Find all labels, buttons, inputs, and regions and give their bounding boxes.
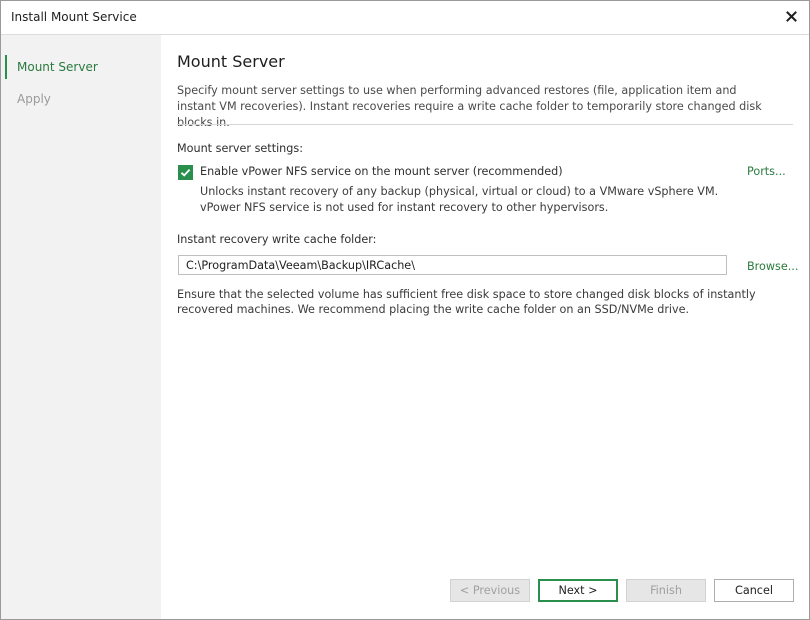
nfs-hint-line-2: vPower NFS service is not used for insta… bbox=[200, 201, 609, 214]
sidebar-item-label: Apply bbox=[17, 92, 51, 106]
sidebar-item-mount-server[interactable]: Mount Server bbox=[5, 55, 161, 79]
sidebar-item-label: Mount Server bbox=[17, 60, 98, 74]
header-divider bbox=[177, 124, 793, 125]
wizard-steps-sidebar: Mount Server Apply bbox=[1, 35, 161, 619]
browse-link[interactable]: Browse... bbox=[747, 260, 798, 273]
cache-folder-label: Instant recovery write cache folder: bbox=[177, 233, 377, 246]
install-mount-service-dialog: Install Mount Service Mount Server Apply… bbox=[0, 0, 810, 620]
title-bar: Install Mount Service bbox=[1, 1, 809, 35]
vpower-nfs-checkbox[interactable] bbox=[178, 165, 193, 180]
close-icon bbox=[785, 11, 797, 22]
ports-link[interactable]: Ports... bbox=[747, 165, 786, 178]
window-title: Install Mount Service bbox=[11, 10, 137, 24]
next-button[interactable]: Next > bbox=[538, 579, 618, 602]
settings-section-label: Mount server settings: bbox=[177, 142, 303, 155]
previous-button[interactable]: < Previous bbox=[450, 579, 530, 602]
finish-button[interactable]: Finish bbox=[626, 579, 706, 602]
vpower-nfs-checkbox-label[interactable]: Enable vPower NFS service on the mount s… bbox=[200, 165, 563, 178]
page-title: Mount Server bbox=[177, 52, 285, 71]
cache-folder-input[interactable] bbox=[178, 255, 727, 275]
close-button[interactable] bbox=[781, 7, 801, 27]
nfs-hint-line-1: Unlocks instant recovery of any backup (… bbox=[200, 185, 719, 198]
cancel-button[interactable]: Cancel bbox=[714, 579, 794, 602]
disk-space-warning: Ensure that the selected volume has suff… bbox=[177, 288, 756, 316]
sidebar-item-apply[interactable]: Apply bbox=[5, 87, 161, 111]
checkmark-icon bbox=[180, 168, 191, 177]
